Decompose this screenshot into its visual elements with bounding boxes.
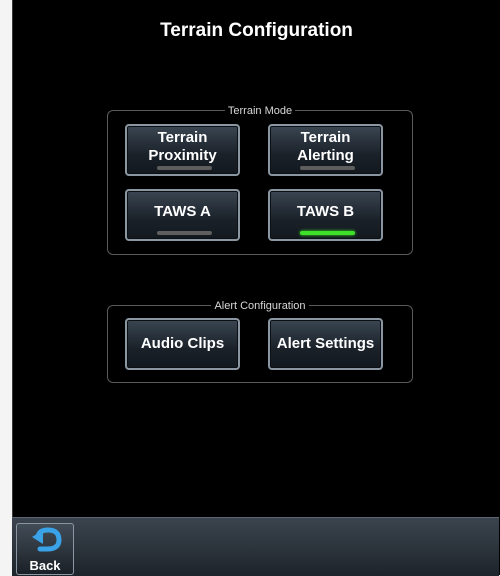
terrain-mode-group: Terrain Mode Terrain Proximity Terrain A… [107,105,413,255]
terrain-alerting-label-line1: Terrain [300,129,351,146]
terrain-proximity-label-line1: Terrain [157,129,208,146]
taws-a-indicator [157,231,212,235]
taws-b-button[interactable]: TAWS B [268,189,383,241]
terrain-proximity-button[interactable]: Terrain Proximity [125,124,240,176]
alert-configuration-group: Alert Configuration Audio Clips Alert Se… [107,300,413,383]
alert-settings-button[interactable]: Alert Settings [268,318,383,370]
terrain-alerting-button[interactable]: Terrain Alerting [268,124,383,176]
terrain-alerting-label-line2: Alerting [297,147,354,164]
terrain-proximity-label-line2: Proximity [148,147,217,164]
back-button[interactable]: Back [16,523,74,575]
alert-settings-label: Alert Settings [276,335,375,352]
taws-a-button[interactable]: TAWS A [125,189,240,241]
terrain-configuration-screen: Terrain Configuration Terrain Mode Terra… [12,0,500,575]
taws-b-indicator [300,231,355,235]
back-label: Back [29,558,61,573]
terrain-alerting-indicator [300,166,355,170]
taws-b-label: TAWS B [296,203,355,220]
audio-clips-button[interactable]: Audio Clips [125,318,240,370]
audio-clips-label: Audio Clips [140,335,225,352]
page-title: Terrain Configuration [160,20,353,41]
terrain-mode-label: Terrain Mode [224,105,296,117]
terrain-proximity-indicator [157,166,212,170]
taws-a-label: TAWS A [154,203,211,220]
alert-configuration-label: Alert Configuration [211,300,309,312]
bottom-bar: Back [12,517,499,576]
back-arrow-icon [32,527,62,552]
